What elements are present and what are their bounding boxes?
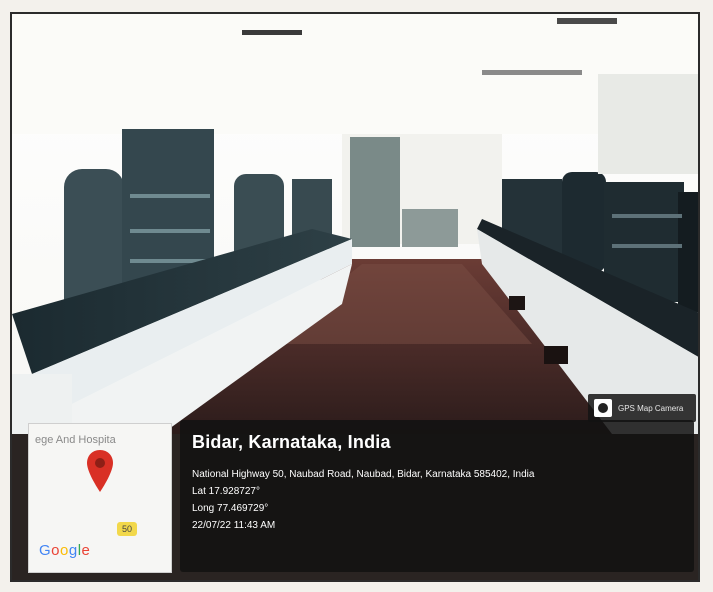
place-name: Bidar, Karnataka, India (192, 432, 391, 452)
map-place-label: ege And Hospita (35, 434, 116, 446)
longitude: Long 77.469729° (192, 503, 269, 514)
gps-map-camera-icon (594, 399, 612, 417)
camera-badge-label: GPS Map Camera (618, 403, 684, 413)
map-thumbnail: ege And Hospita 50 Google (28, 423, 172, 573)
google-logo: Google (39, 542, 91, 559)
timestamp: 22/07/22 11:43 AM (192, 520, 276, 531)
map-pin-icon (87, 450, 113, 492)
gps-map-camera-badge: GPS Map Camera (588, 394, 696, 422)
latitude: Lat 17.928727° (192, 486, 260, 497)
geotag-info-panel: Bidar, Karnataka, India National Highway… (180, 420, 694, 572)
route-badge: 50 (117, 522, 137, 536)
photo-frame: GPS Map Camera ege And Hospita 50 Google… (0, 0, 713, 592)
address-line: National Highway 50, Naubad Road, Naubad… (192, 469, 535, 480)
